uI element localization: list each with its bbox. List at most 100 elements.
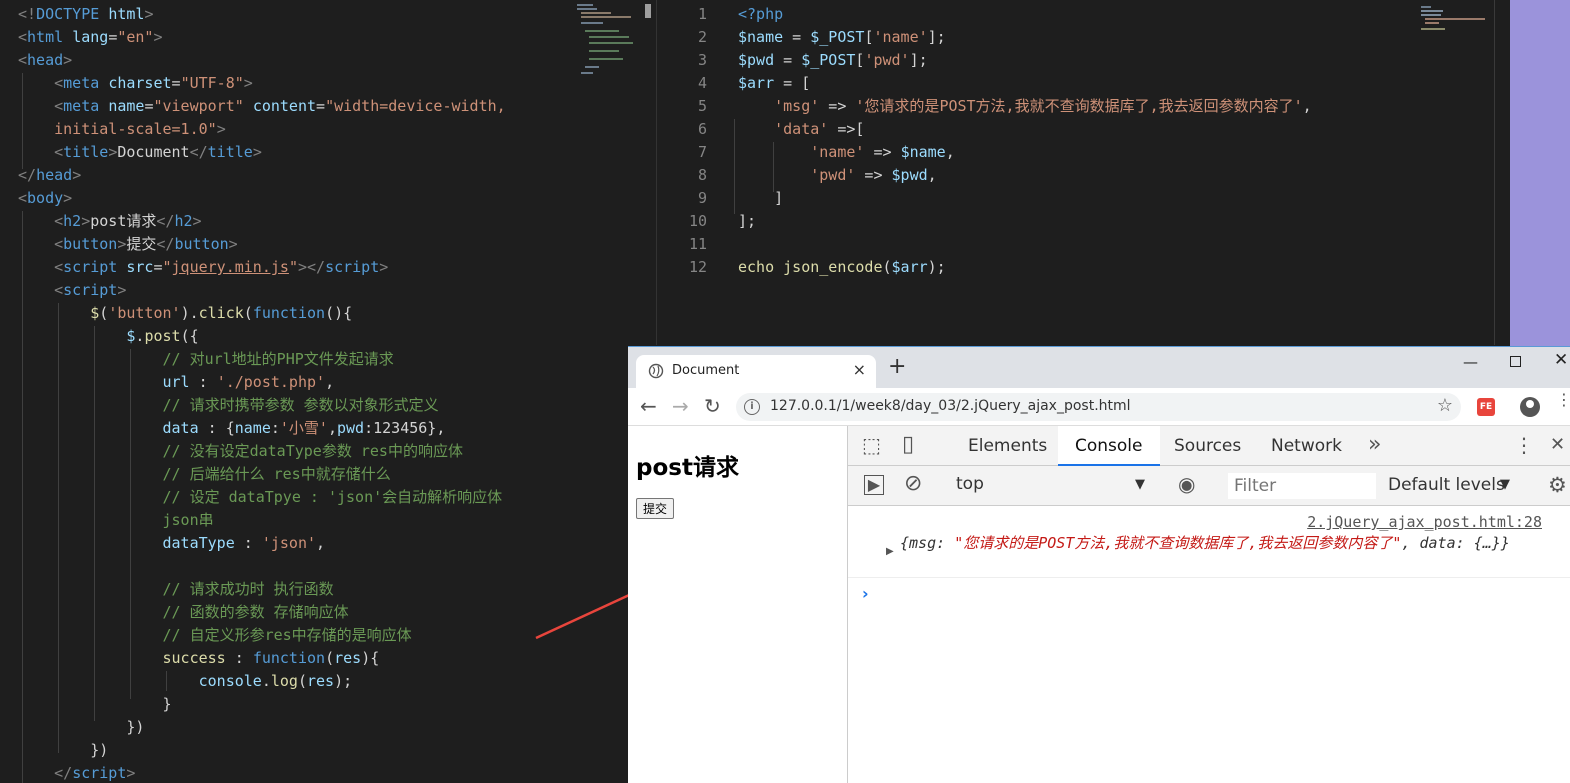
code-token: head bbox=[27, 51, 64, 69]
code-token: ] bbox=[738, 189, 784, 207]
address-bar[interactable]: i 127.0.0.1/1/week8/day_03/2.jQuery_ajax… bbox=[736, 393, 1461, 421]
minimap[interactable] bbox=[1419, 4, 1499, 34]
code-token: > bbox=[126, 764, 136, 782]
log-levels-select[interactable]: Default levels bbox=[1388, 475, 1505, 495]
device-toolbar-icon[interactable]: ▯ bbox=[902, 432, 914, 457]
code-line: <script> bbox=[18, 279, 506, 302]
code-token: click bbox=[198, 304, 244, 322]
gear-icon[interactable]: ⚙ bbox=[1548, 473, 1567, 497]
browser-menu-icon[interactable]: ⋮ bbox=[1556, 392, 1570, 408]
code-token: post请求 bbox=[90, 212, 157, 230]
code-line: // 设定 dataTpye : 'json'会自动解析响应体 bbox=[18, 486, 506, 509]
code-token: Document bbox=[117, 143, 190, 161]
tab-elements[interactable]: Elements bbox=[952, 426, 1063, 466]
line-number: 9 bbox=[697, 189, 707, 207]
tab-document[interactable]: Document × bbox=[636, 355, 876, 388]
code-line: 'data' =>[ bbox=[738, 118, 1312, 141]
new-tab-button[interactable]: + bbox=[888, 356, 906, 378]
info-icon[interactable]: i bbox=[744, 399, 760, 415]
code-line: $('button').click(function(){ bbox=[18, 302, 506, 325]
code-line: <!DOCTYPE html> bbox=[18, 3, 506, 26]
expand-arrow-icon[interactable]: ▶ bbox=[886, 546, 894, 557]
tab-network[interactable]: Network bbox=[1255, 426, 1358, 466]
forward-button[interactable]: → bbox=[672, 394, 689, 418]
devtools-close-icon[interactable]: ✕ bbox=[1550, 434, 1565, 455]
code-token: data bbox=[162, 419, 199, 437]
line-number: 11 bbox=[688, 235, 707, 253]
code-token: 'pwd' bbox=[864, 51, 910, 69]
back-button[interactable]: ← bbox=[640, 394, 657, 418]
clear-console-icon[interactable]: ⊘ bbox=[904, 471, 922, 496]
minimize-button[interactable]: — bbox=[1463, 353, 1478, 371]
devtools-menu-icon[interactable]: ⋮ bbox=[1514, 433, 1534, 457]
window-close-button[interactable]: ✕ bbox=[1554, 350, 1568, 370]
code-token: > bbox=[117, 281, 127, 299]
code-token: < bbox=[18, 28, 28, 46]
code-token: res bbox=[307, 672, 335, 690]
bookmark-star-icon[interactable]: ☆ bbox=[1437, 395, 1453, 416]
code-token: > bbox=[153, 28, 163, 46]
code-token: ]; bbox=[909, 51, 928, 69]
code-token: $name bbox=[900, 143, 946, 161]
chevron-down-icon[interactable]: ▼ bbox=[1135, 477, 1145, 492]
url-text[interactable]: 127.0.0.1/1/week8/day_03/2.jQuery_ajax_p… bbox=[770, 398, 1131, 414]
browser-window[interactable]: Document × + — ✕ ← → ↻ i 127.0.0.1/1/wee… bbox=[628, 346, 1570, 783]
php-editor-pane[interactable]: 1 2 3 4 5 6 7 8 9 10 11 12 <?php $name = $_POST['nam… bbox=[656, 0, 1510, 345]
code-token: charset bbox=[108, 74, 172, 92]
code-token: ( bbox=[99, 304, 109, 322]
code-token: // 对url地址的PHP文件发起请求 bbox=[162, 350, 394, 368]
code-token: $pwd bbox=[891, 166, 928, 184]
code-line: echo json_encode($arr); bbox=[738, 256, 1312, 279]
code-token: log bbox=[270, 672, 298, 690]
code-token: </ bbox=[18, 166, 37, 184]
more-tabs-icon[interactable]: » bbox=[1368, 432, 1381, 457]
inspect-element-icon[interactable]: ⬚ bbox=[862, 433, 881, 457]
code-token: $_POST bbox=[810, 28, 865, 46]
sidebar-toggle-icon[interactable]: ▶ bbox=[864, 475, 884, 495]
code-token: > bbox=[252, 143, 262, 161]
close-icon[interactable]: × bbox=[853, 360, 866, 379]
html-editor-pane[interactable]: <!DOCTYPE html> <html lang="en"> <head> <m… bbox=[0, 0, 656, 783]
indent-guide bbox=[734, 119, 735, 214]
extension-icon[interactable]: FE bbox=[1477, 398, 1495, 416]
code-line: // 函数的参数 存储响应体 bbox=[18, 601, 506, 624]
code-token: ( bbox=[882, 258, 892, 276]
eye-icon[interactable]: ◉ bbox=[1178, 472, 1195, 496]
code-token: lang bbox=[72, 28, 109, 46]
source-link[interactable]: 2.jQuery_ajax_post.html:28 bbox=[1307, 513, 1542, 531]
code-token: , bbox=[327, 419, 337, 437]
code-token: </ bbox=[54, 764, 73, 782]
code-token: = bbox=[171, 74, 181, 92]
scrollbar-thumb[interactable] bbox=[645, 4, 651, 18]
line-number: 2 bbox=[697, 28, 707, 46]
filter-input[interactable] bbox=[1228, 473, 1376, 499]
code-token: , bbox=[325, 373, 335, 391]
devtools-panel: ⬚ ▯ Elements Console Sources Network » ⋮… bbox=[848, 426, 1570, 783]
chevron-down-icon[interactable]: ▼ bbox=[1500, 477, 1510, 492]
code-token: > bbox=[216, 120, 226, 138]
minimap[interactable] bbox=[575, 2, 635, 82]
code-token: < bbox=[54, 74, 64, 92]
code-token: = bbox=[153, 258, 163, 276]
profile-icon[interactable] bbox=[1520, 397, 1540, 417]
tab-console[interactable]: Console bbox=[1058, 426, 1160, 466]
context-select[interactable]: top bbox=[956, 474, 984, 494]
console-prompt[interactable]: › bbox=[862, 584, 869, 603]
submit-button[interactable]: 提交 bbox=[636, 498, 675, 519]
code-token: 'name' bbox=[873, 28, 928, 46]
maximize-button[interactable] bbox=[1510, 356, 1521, 367]
code-token: ( bbox=[243, 304, 253, 322]
reload-button[interactable]: ↻ bbox=[704, 394, 721, 418]
object-preview[interactable]: {msg: "您请求的是POST方法,我就不查询数据库了,我去返回参数内容了",… bbox=[900, 533, 1545, 553]
code-token: src bbox=[126, 258, 154, 276]
tab-sources[interactable]: Sources bbox=[1158, 426, 1257, 466]
tab-title: Document bbox=[672, 363, 740, 378]
